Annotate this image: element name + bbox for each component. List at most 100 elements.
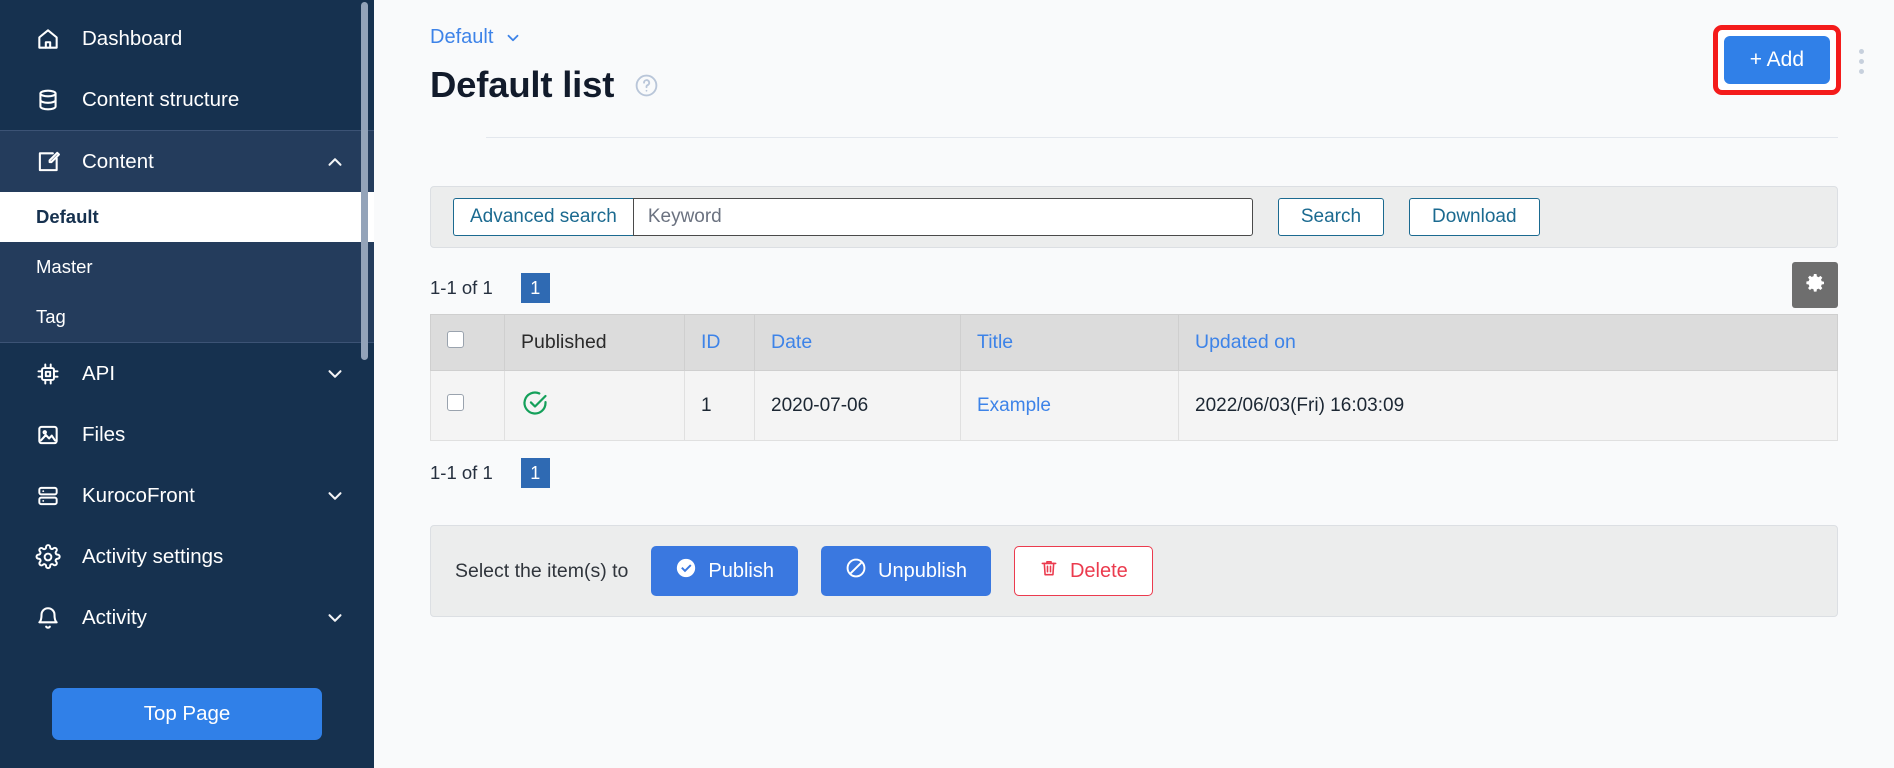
delete-label: Delete [1069,559,1128,582]
sidebar-item-api[interactable]: API [0,343,374,404]
sidebar-scrollbar[interactable] [361,0,368,768]
table-header-updated-on[interactable]: Updated on [1178,314,1838,371]
table-header-select-all[interactable] [430,314,505,371]
sidebar-subitem-label: Default [36,206,99,227]
sidebar-item-label: KurocoFront [82,483,195,507]
row-title-link[interactable]: Example [977,395,1051,416]
pager-top: 1-1 of 1 1 [430,262,1838,308]
result-count: 1-1 of 1 [430,277,493,298]
sidebar-item-tag[interactable]: Tag [0,292,374,342]
publish-label: Publish [708,559,775,582]
sidebar-item-content[interactable]: Content [0,130,374,192]
gear-icon [1803,271,1827,300]
sidebar-nav: Dashboard Content structure Content Defa… [0,0,374,648]
row-title-cell[interactable]: Example [960,370,1179,441]
check-circle-icon [521,390,549,422]
page-header: Default Default list + Add [374,0,1894,138]
sidebar: Dashboard Content structure Content Defa… [0,0,374,768]
title-row: Default list [430,64,1894,106]
sidebar-item-label: Activity settings [82,544,224,568]
sidebar-subitem-label: Tag [36,306,66,327]
trash-icon [1039,558,1059,584]
table-header-row: Published ID Date Title Updated on [430,314,1838,371]
chevron-down-icon [504,29,522,47]
chip-icon [34,360,61,387]
sidebar-subitem-label: Master [36,256,93,277]
bell-icon [34,604,61,631]
sidebar-item-dashboard[interactable]: Dashboard [0,8,374,69]
header-actions: + Add [1712,25,1868,95]
select-all-checkbox[interactable] [447,331,464,348]
sidebar-item-label: Files [82,422,126,446]
add-button-highlight: + Add [1712,25,1841,95]
chevron-up-icon [324,151,346,173]
sidebar-item-label: Dashboard [82,26,183,50]
sidebar-item-kurocofront[interactable]: KurocoFront [0,465,374,526]
table-header-title[interactable]: Title [960,314,1179,371]
download-button[interactable]: Download [1409,198,1540,236]
header-divider [486,137,1838,138]
unpublish-button[interactable]: Unpublish [821,546,991,596]
kebab-dot [1859,68,1864,74]
sidebar-item-activity[interactable]: Activity [0,587,374,648]
table-settings-button[interactable] [1792,262,1838,308]
advanced-search-button[interactable]: Advanced search [453,198,633,236]
kebab-dot [1859,48,1864,54]
chevron-down-icon [324,607,346,629]
page-title: Default list [430,64,615,105]
sidebar-item-files[interactable]: Files [0,404,374,465]
app-root: Dashboard Content structure Content Defa… [0,0,1894,768]
row-select-cell[interactable] [430,370,505,441]
image-icon [34,421,61,448]
main-content: Default Default list + Add Advanced sear… [374,0,1894,768]
check-circle-icon [675,557,697,585]
row-updated-on-cell: 2022/06/03(Fri) 16:03:09 [1178,370,1838,441]
sidebar-subnav-content: Default Master Tag [0,192,374,343]
bulk-action-bar: Select the item(s) to Publish Unpublish … [430,525,1838,617]
search-button[interactable]: Search [1277,198,1385,236]
sidebar-item-label: Activity [82,605,147,629]
breadcrumb-label: Default [430,26,494,48]
question-circle-icon[interactable] [634,73,659,98]
chevron-down-icon [324,363,346,385]
table-header-date[interactable]: Date [754,314,961,371]
sidebar-item-master[interactable]: Master [0,242,374,292]
row-checkbox[interactable] [447,394,464,411]
table-header-id[interactable]: ID [684,314,755,371]
sidebar-item-label: Content [82,149,154,173]
table-body: 1 2020-07-06 Example 2022/06/03(Fri) 16:… [430,370,1838,441]
keyword-input[interactable] [632,198,1253,236]
row-date-cell: 2020-07-06 [754,370,961,441]
server-icon [34,482,61,509]
sidebar-item-label: API [82,361,116,385]
sidebar-scrollbar-thumb[interactable] [361,2,368,360]
table-header-published: Published [504,314,685,371]
add-button[interactable]: + Add [1723,36,1830,84]
sidebar-item-default[interactable]: Default [0,192,374,242]
chevron-down-icon [324,485,346,507]
pager-bottom: 1-1 of 1 1 [430,457,1838,489]
top-page-label: Top Page [143,702,231,725]
edit-square-icon [34,148,61,175]
top-page-button[interactable]: Top Page [52,688,322,740]
sidebar-item-label: Content structure [82,87,240,111]
page-number-1[interactable]: 1 [520,273,550,303]
kebab-dot [1859,58,1864,64]
sidebar-item-content-structure[interactable]: Content structure [0,69,374,130]
sidebar-item-activity-settings[interactable]: Activity settings [0,526,374,587]
page-number-1[interactable]: 1 [520,458,550,488]
publish-button[interactable]: Publish [651,546,799,596]
search-bar: Advanced search Search Download [430,186,1838,248]
more-vertical-icon[interactable] [1855,45,1868,78]
content-area: Advanced search Search Download 1-1 of 1… [374,186,1894,617]
result-count: 1-1 of 1 [430,462,493,483]
delete-button[interactable]: Delete [1013,546,1153,596]
gear-icon [34,543,61,570]
home-icon [34,25,61,52]
row-id-cell: 1 [684,370,755,441]
table-row: 1 2020-07-06 Example 2022/06/03(Fri) 16:… [430,370,1838,441]
breadcrumb[interactable]: Default [430,26,522,49]
ban-circle-icon [845,557,867,585]
table-head: Published ID Date Title Updated on [430,314,1838,371]
bulk-action-label: Select the item(s) to [455,559,629,582]
